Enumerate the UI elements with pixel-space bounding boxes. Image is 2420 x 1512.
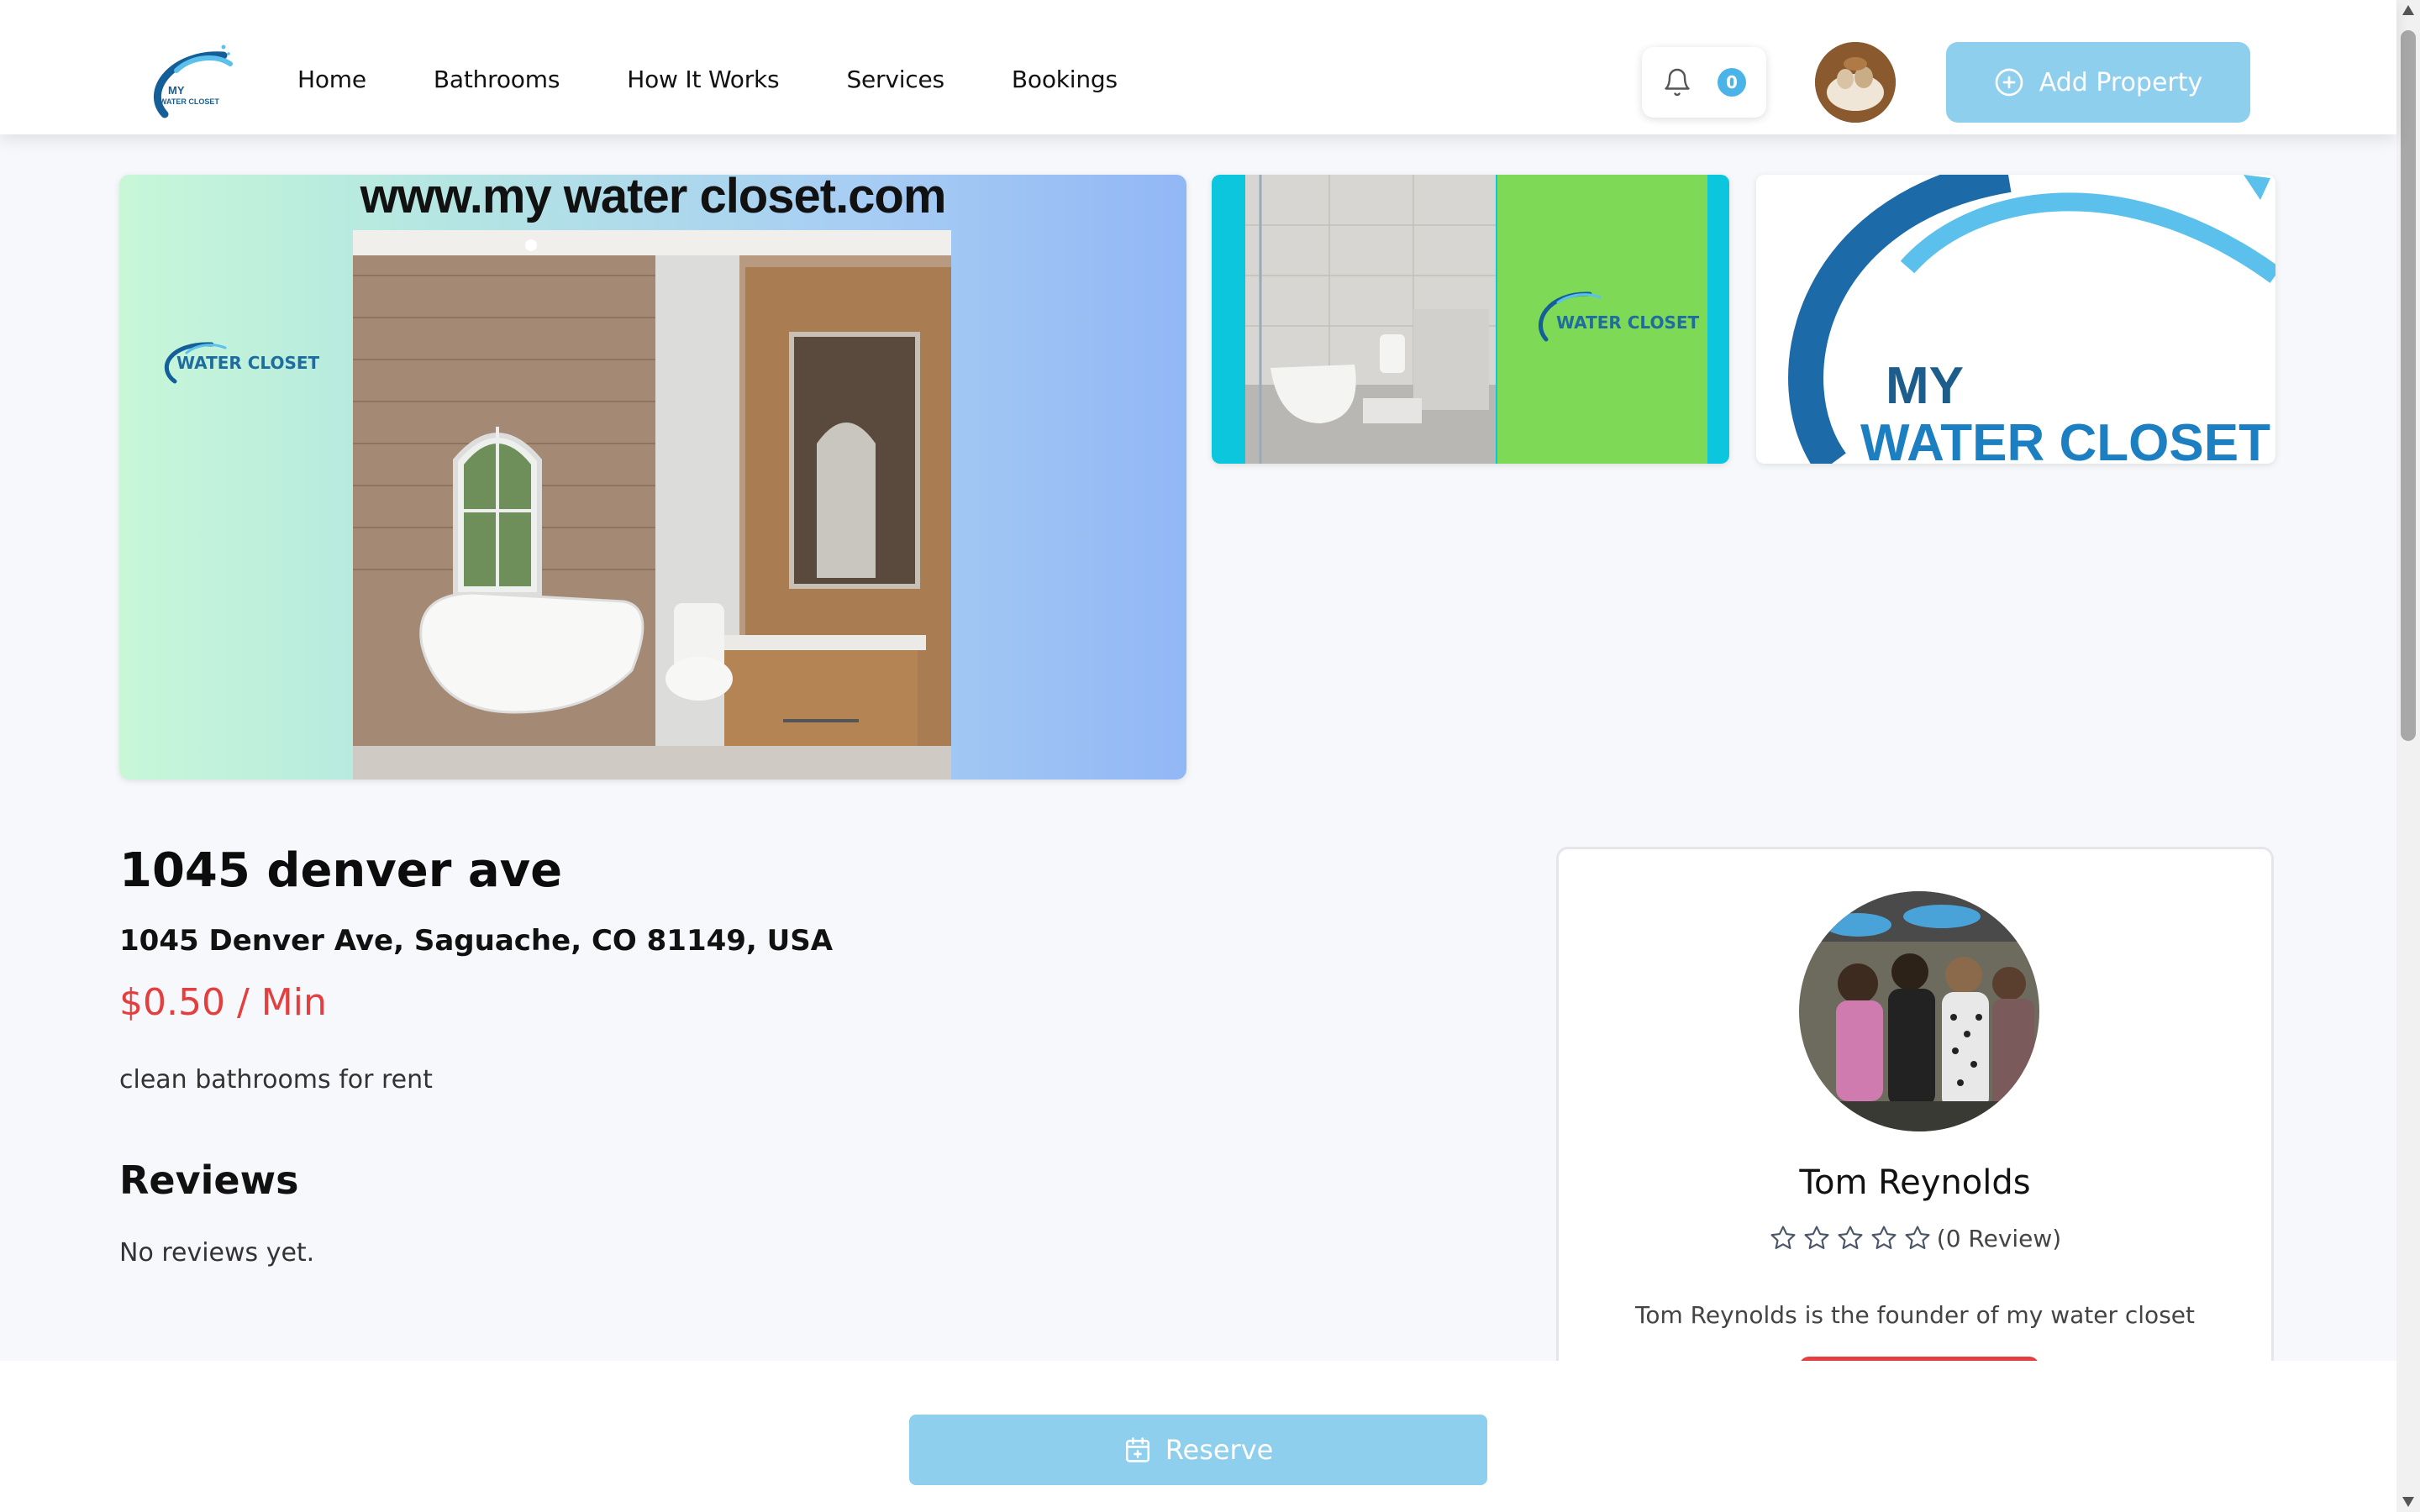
banner-logo-text: WATER CLOSET <box>176 353 320 373</box>
notification-count-badge: 0 <box>1718 68 1746 97</box>
reviews-heading: Reviews <box>119 1158 299 1203</box>
listing-address: 1045 Denver Ave, Saguache, CO 81149, USA <box>119 924 834 958</box>
listing-price: $0.50 / Min <box>119 981 327 1024</box>
thumb-logo-water-closet: WATER CLOSET <box>1860 414 2270 464</box>
nav-home[interactable]: Home <box>297 66 366 93</box>
thumb-logo-my: MY <box>1886 357 1964 415</box>
host-rating: (0 Review) <box>1559 1224 2271 1252</box>
star-icon <box>1804 1226 1829 1249</box>
host-name: Tom Reynolds <box>1799 1163 2031 1202</box>
host-bio: Tom Reynolds is the founder of my water … <box>1635 1301 2195 1329</box>
svg-text:MY: MY <box>168 84 185 97</box>
host-avatar[interactable] <box>1799 891 2039 1131</box>
scroll-down-arrow-icon[interactable] <box>2402 1497 2414 1507</box>
notifications-button[interactable]: 0 <box>1642 47 1766 118</box>
listing-description: clean bathrooms for rent <box>119 1065 433 1095</box>
gallery-thumbnail-1[interactable]: WATER CLOSET <box>1212 175 1729 464</box>
gallery-thumbnail-2[interactable]: MY WATER CLOSET <box>1756 175 2275 464</box>
plus-circle-icon <box>1995 68 2023 97</box>
no-reviews-text: No reviews yet. <box>119 1238 315 1268</box>
nav-bathrooms[interactable]: Bathrooms <box>434 66 560 93</box>
star-icon <box>1905 1226 1930 1249</box>
thumb-logo-text: WATER CLOSET <box>1556 312 1700 333</box>
nav-how-it-works[interactable]: How It Works <box>627 66 779 93</box>
banner-url-text: www.my water closet.com <box>360 175 947 223</box>
reserve-button[interactable]: Reserve <box>909 1415 1487 1485</box>
scroll-up-arrow-icon[interactable] <box>2402 5 2414 15</box>
reserve-bar: Reserve <box>0 1361 2396 1512</box>
user-avatar[interactable] <box>1815 42 1896 123</box>
svg-text:WATER CLOSET: WATER CLOSET <box>160 97 219 106</box>
nav-bookings[interactable]: Bookings <box>1012 66 1118 93</box>
listing-title: 1045 denver ave <box>119 843 563 898</box>
bell-icon <box>1665 68 1690 97</box>
page-scrollbar[interactable] <box>2396 0 2420 1512</box>
add-property-button[interactable]: Add Property <box>1946 42 2250 123</box>
reserve-label: Reserve <box>1165 1434 1274 1466</box>
scrollbar-thumb[interactable] <box>2401 30 2416 741</box>
calendar-plus-icon <box>1125 1437 1150 1462</box>
brand-logo[interactable]: MY WATER CLOSET <box>148 40 234 121</box>
star-icon <box>1838 1226 1863 1249</box>
thumb-bathroom-photo <box>1245 175 1496 464</box>
nav-services[interactable]: Services <box>846 66 944 93</box>
star-icon <box>1770 1226 1796 1249</box>
bathroom-photo <box>353 230 951 780</box>
top-navbar: MY WATER CLOSET Home Bathrooms How It Wo… <box>0 0 2396 134</box>
main-nav: Home Bathrooms How It Works Services Boo… <box>297 66 1118 93</box>
add-property-label: Add Property <box>2039 67 2203 97</box>
main-listing-image[interactable]: www.my water closet.com WATER CLOSET <box>119 175 1186 780</box>
star-icon <box>1871 1226 1897 1249</box>
host-review-count: (0 Review) <box>1936 1224 2062 1252</box>
host-card: Tom Reynolds (0 Review) Tom Reynolds is … <box>1556 847 2274 1377</box>
